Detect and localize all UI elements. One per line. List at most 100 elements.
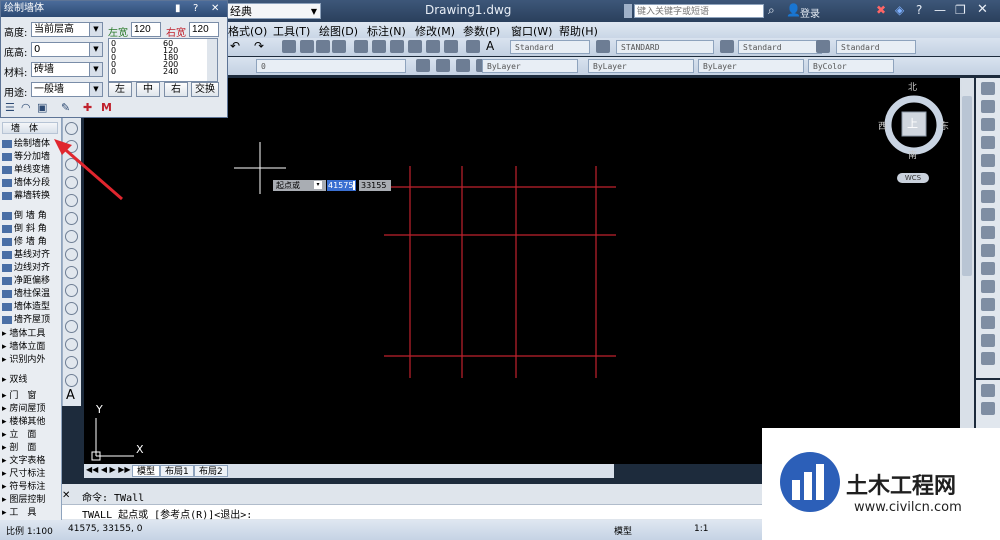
rotate-icon[interactable] [981, 190, 995, 203]
palette-section-dimension[interactable]: ▸ 尺寸标注 [2, 468, 60, 480]
dynamic-options-icon[interactable]: ▾ [314, 181, 322, 189]
sheet-set-icon[interactable] [408, 40, 422, 53]
palette-section-rooms[interactable]: ▸ 房间屋顶 [2, 403, 60, 415]
join-icon[interactable] [981, 298, 995, 311]
palette-item-detect-inout[interactable]: ▸ 识别内外 [2, 354, 60, 366]
annotation-scale[interactable]: 1:1 [694, 524, 708, 534]
send-back-icon[interactable] [981, 402, 995, 415]
list-scrollbar[interactable] [207, 39, 217, 81]
list-item[interactable]: 0 [111, 68, 116, 76]
align-left-button[interactable]: 左 [108, 82, 132, 97]
palette-section-symbols[interactable]: ▸ 符号标注 [2, 481, 60, 493]
dynamic-x-input[interactable]: 41575 [327, 180, 356, 191]
make-current-icon[interactable] [416, 59, 430, 72]
command-input[interactable]: TWALL 起点或 [参考点(R)]<退出>: [62, 504, 762, 521]
zoom-realtime-icon[interactable] [300, 40, 314, 53]
break-icon[interactable] [981, 280, 995, 293]
ellipse-arc-icon[interactable] [65, 284, 78, 297]
hatch-icon[interactable] [65, 356, 78, 369]
stretch-icon[interactable] [981, 226, 995, 239]
right-width-input[interactable] [189, 22, 219, 37]
palette-section-elevation[interactable]: ▸ 立 面 [2, 429, 60, 441]
rect-wall-icon[interactable]: ▣ [37, 101, 47, 114]
ellipse-icon[interactable] [65, 266, 78, 279]
palette-item-fillet-wall[interactable]: 倒 墙 角 [2, 210, 60, 222]
palette-item-baseline-align[interactable]: 基线对齐 [2, 249, 60, 261]
command-close-icon[interactable]: ✕ [62, 490, 70, 501]
palette-item-net-offset[interactable]: 净距偏移 [2, 275, 60, 287]
palette-item-insulation[interactable]: 墙柱保温 [2, 288, 60, 300]
viewcube-top-label[interactable]: 上 [907, 115, 918, 131]
spline-icon[interactable] [65, 248, 78, 261]
menu-help[interactable]: 帮助(H) [559, 23, 598, 39]
close-icon[interactable]: ✕ [977, 2, 988, 17]
palette-section-layers[interactable]: ▸ 图层控制 [2, 494, 60, 506]
align-center-button[interactable]: 中 [136, 82, 160, 97]
markup-icon[interactable] [426, 40, 440, 53]
snap-icon[interactable]: ✚ [83, 101, 92, 114]
layer-dropdown[interactable]: 0 [256, 59, 406, 73]
palette-header-walls[interactable]: 墙 体 [2, 122, 58, 134]
use-select[interactable]: 一般墙 ▼ [31, 82, 103, 97]
height-select[interactable]: 当前层高 ▼ [31, 22, 103, 37]
dialog-close-icon[interactable]: ✕ [211, 1, 219, 17]
zoom-window-icon[interactable] [316, 40, 330, 53]
mtext-icon[interactable]: A [66, 388, 75, 403]
menu-modify[interactable]: 修改(M) [415, 23, 455, 39]
exchange-icon[interactable]: ✖ [876, 3, 886, 17]
dim-style-dropdown[interactable]: STANDARD [616, 40, 714, 54]
copy-icon[interactable] [981, 100, 995, 113]
search-icon[interactable]: ⌕ [768, 3, 775, 18]
chamfer-icon[interactable] [981, 316, 995, 329]
scale-icon[interactable] [981, 208, 995, 221]
extend-icon[interactable] [981, 262, 995, 275]
pan-icon[interactable] [282, 40, 296, 53]
layer-states-icon[interactable] [456, 59, 470, 72]
base-select[interactable]: 0 ▼ [31, 42, 103, 57]
palette-item-wall-shape[interactable]: 墙体造型 [2, 301, 60, 313]
menu-tools[interactable]: 工具(T) [273, 23, 310, 39]
make-block-icon[interactable] [65, 320, 78, 333]
palette-item-wall-tools[interactable]: ▸ 墙体工具 [2, 328, 60, 340]
menu-draw[interactable]: 绘图(D) [319, 23, 358, 39]
palette-item-edge-align[interactable]: 边线对齐 [2, 262, 60, 274]
compass-south[interactable]: 南 [908, 148, 917, 161]
fillet-icon[interactable] [981, 334, 995, 347]
palette-section-double-line[interactable]: ▸ 双线 [2, 374, 60, 386]
text-style-dropdown[interactable]: Standard [510, 40, 590, 54]
table-style-icon[interactable] [720, 40, 734, 53]
compass-west[interactable]: 西 [878, 119, 887, 132]
lineweight-dropdown[interactable]: ByLayer [698, 59, 804, 73]
redo-icon[interactable]: ↷ [254, 39, 264, 53]
table-style-dropdown[interactable]: Standard [738, 40, 822, 54]
quickcalc-icon[interactable] [444, 40, 458, 53]
revcloud-icon[interactable] [65, 230, 78, 243]
minimize-icon[interactable]: — [934, 3, 946, 17]
scroll-thumb[interactable] [962, 96, 972, 276]
list-item[interactable]: 240 [163, 68, 178, 76]
wcs-menu[interactable]: WCS [897, 173, 929, 183]
compass-east[interactable]: 东 [940, 119, 949, 132]
dim-style-icon[interactable] [596, 40, 610, 53]
pick-icon[interactable]: ✎ [61, 101, 70, 114]
undo-icon[interactable]: ↶ [230, 39, 240, 53]
help-icon[interactable]: ? [193, 1, 198, 17]
material-select[interactable]: 砖墙 ▼ [31, 62, 103, 77]
insert-block-icon[interactable] [65, 302, 78, 315]
offset-icon[interactable] [981, 136, 995, 149]
circle-icon[interactable] [65, 212, 78, 225]
help-toolbar-icon[interactable] [466, 40, 480, 53]
left-width-input[interactable] [131, 22, 161, 37]
tool-palettes-icon[interactable] [390, 40, 404, 53]
compass-north[interactable]: 北 [908, 80, 917, 93]
explode-icon[interactable] [981, 352, 995, 365]
menu-parameters[interactable]: 参数(P) [463, 23, 500, 39]
straight-wall-icon[interactable]: ☰ [5, 101, 15, 114]
table-icon[interactable] [65, 374, 78, 387]
properties-icon[interactable] [354, 40, 368, 53]
erase-icon[interactable] [981, 82, 995, 95]
move-icon[interactable] [981, 172, 995, 185]
palette-section-stairs[interactable]: ▸ 楼梯其他 [2, 416, 60, 428]
array-icon[interactable] [981, 154, 995, 167]
design-center-icon[interactable] [372, 40, 386, 53]
